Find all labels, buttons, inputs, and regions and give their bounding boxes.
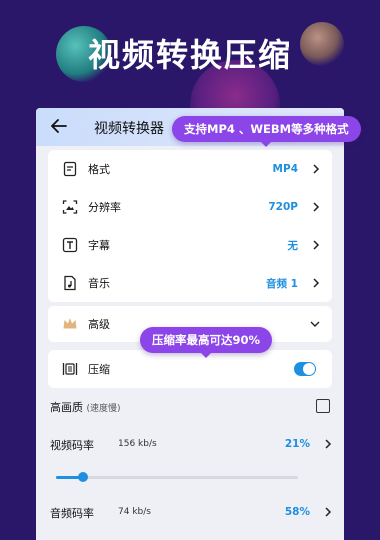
high-quality-note: (速度慢)	[86, 404, 121, 414]
back-arrow-icon[interactable]	[50, 117, 68, 135]
setting-row-subtitle[interactable]: 字幕 无	[48, 226, 332, 264]
subtitle-icon	[62, 237, 78, 253]
compress-row: 压缩	[48, 350, 332, 388]
video-bitrate-rate: 156 kb/s	[118, 439, 157, 449]
chevron-right-icon	[313, 278, 320, 288]
video-bitrate-percent: 21%	[284, 438, 310, 450]
music-icon	[64, 275, 76, 291]
resolution-icon	[62, 200, 78, 214]
compress-toggle[interactable]	[294, 362, 316, 376]
compress-card: 压缩	[48, 350, 332, 388]
slider-thumb[interactable]	[77, 472, 88, 482]
setting-label: 音乐	[88, 277, 110, 290]
chevron-right-icon	[313, 240, 320, 250]
setting-label: 分辨率	[88, 201, 121, 214]
video-bitrate-label: 视频码率	[50, 439, 94, 452]
high-quality-text: 高画质	[50, 401, 83, 414]
audio-bitrate-rate: 74 kb/s	[118, 507, 151, 517]
chevron-right-icon[interactable]	[324, 439, 332, 449]
advanced-label: 高级	[88, 318, 110, 331]
video-bitrate-slider[interactable]	[56, 472, 298, 482]
settings-card: 格式 MP4 分辨率 720P 字幕 无 音乐 音频 1	[48, 150, 332, 302]
setting-row-resolution[interactable]: 分辨率 720P	[48, 188, 332, 226]
audio-bitrate-label: 音频码率	[50, 507, 94, 520]
setting-value: 720P	[268, 201, 298, 213]
promo-headline: 视频转换压缩	[87, 36, 292, 74]
setting-value: 无	[287, 239, 299, 252]
compression-tooltip: 压缩率最高可达90%	[140, 327, 273, 358]
file-format-icon	[63, 161, 77, 177]
setting-value: MP4	[272, 163, 298, 175]
compress-label: 压缩	[88, 363, 110, 376]
chevron-down-icon	[310, 321, 320, 327]
chevron-right-icon	[313, 202, 320, 212]
app-screen: 视频转换器 格式 MP4 分辨率 720P 字幕 无 音乐 音频 1 高级 压缩…	[36, 108, 344, 540]
page-title: 视频转换器	[94, 121, 164, 137]
chevron-right-icon	[313, 164, 320, 174]
setting-row-format[interactable]: 格式 MP4	[48, 150, 332, 188]
setting-label: 格式	[88, 163, 110, 176]
formats-tooltip: 支持MP4 、WEBM等多种格式	[172, 116, 361, 147]
high-quality-checkbox[interactable]	[316, 399, 330, 413]
toggle-knob	[303, 363, 315, 375]
setting-label: 字幕	[88, 239, 110, 252]
setting-row-music[interactable]: 音乐 音频 1	[48, 264, 332, 302]
high-quality-label: 高画质 (速度慢)	[50, 399, 121, 415]
audio-bitrate-percent: 58%	[284, 506, 310, 518]
setting-value: 音频 1	[266, 277, 298, 290]
chevron-right-icon[interactable]	[324, 507, 332, 517]
crown-icon	[63, 318, 77, 329]
compress-icon	[62, 363, 78, 375]
